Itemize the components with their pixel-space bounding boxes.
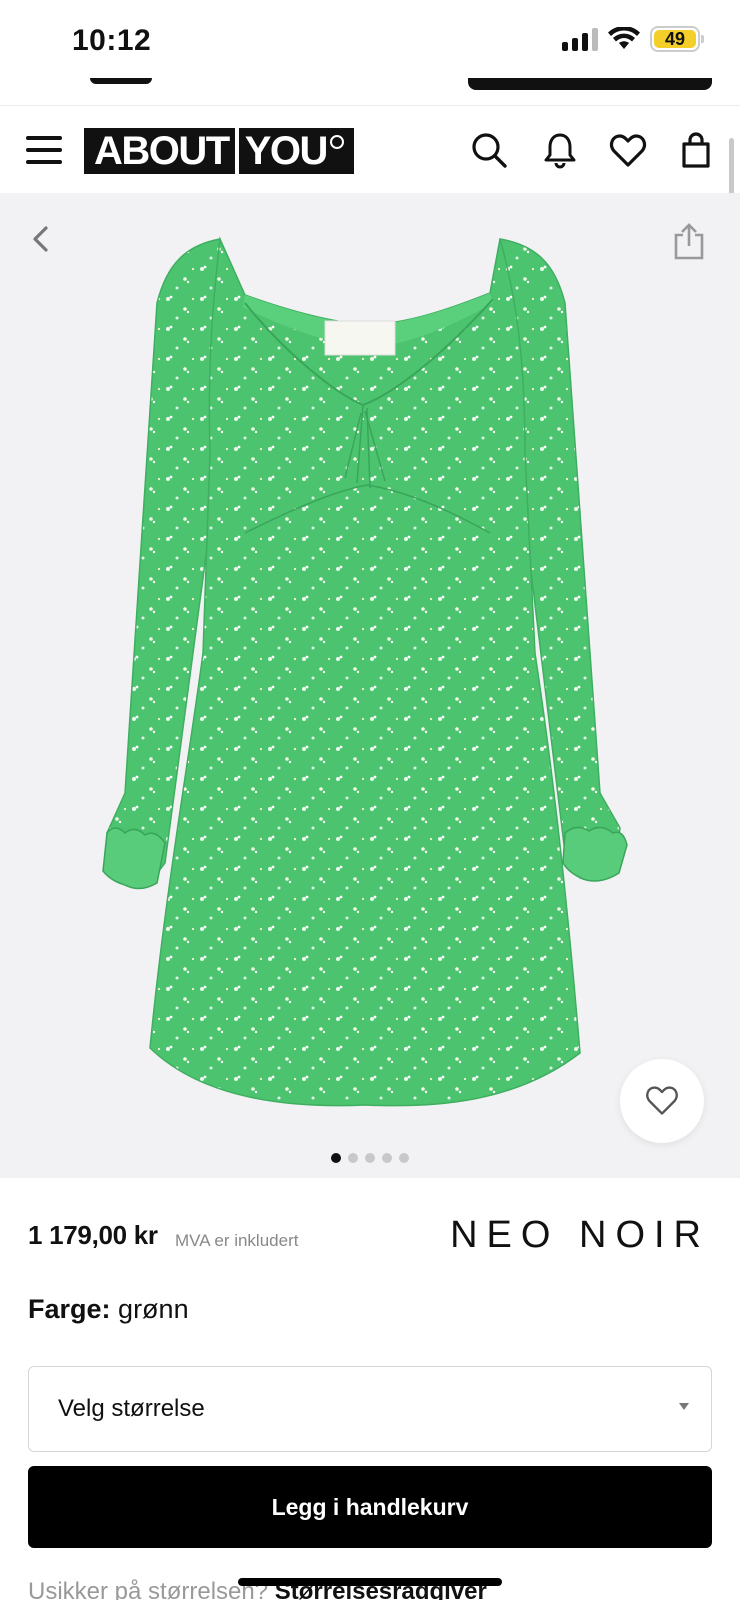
favorite-icon xyxy=(646,1086,678,1115)
back-icon[interactable] xyxy=(26,223,58,255)
favorite-button[interactable] xyxy=(620,1059,704,1143)
menu-icon[interactable] xyxy=(26,136,62,164)
gallery-dot[interactable] xyxy=(399,1153,409,1163)
size-help-question: Usikker på størrelsen? xyxy=(28,1578,269,1600)
size-select-label: Velg størrelse xyxy=(58,1395,205,1422)
color-value: grønn xyxy=(118,1294,189,1324)
status-bar: 10:12 49 xyxy=(0,0,740,80)
status-icons: 49 xyxy=(562,26,704,52)
logo-mark-icon xyxy=(329,135,344,149)
home-indicator[interactable] xyxy=(238,1578,502,1586)
logo-text-left: ABOUT xyxy=(94,128,230,173)
bell-icon[interactable] xyxy=(540,130,580,170)
gallery-dot[interactable] xyxy=(331,1153,341,1163)
logo-separator xyxy=(234,128,239,174)
gallery-dot[interactable] xyxy=(348,1153,358,1163)
wifi-icon xyxy=(608,27,640,49)
add-to-cart-button[interactable]: Legg i handlekurv xyxy=(28,1466,712,1548)
size-select[interactable]: Velg størrelse xyxy=(28,1366,712,1452)
signal-icon xyxy=(562,27,598,51)
about-you-logo[interactable]: ABOUT YOU xyxy=(84,128,354,174)
color-label: Farge: xyxy=(28,1294,111,1324)
gallery-dot[interactable] xyxy=(365,1153,375,1163)
heart-icon[interactable] xyxy=(608,130,648,170)
gallery-dot[interactable] xyxy=(382,1153,392,1163)
vat-note: MVA er inkludert xyxy=(175,1231,299,1250)
product-image-dress xyxy=(102,236,628,1107)
logo-text-right: YOU xyxy=(244,128,329,173)
battery-icon: 49 xyxy=(650,26,704,52)
product-price: 1 179,00 kr xyxy=(28,1220,158,1250)
search-icon[interactable] xyxy=(469,130,509,170)
battery-level: 49 xyxy=(654,29,696,49)
status-time: 10:12 xyxy=(72,24,152,57)
peek-bar-left xyxy=(90,78,152,84)
chevron-down-icon xyxy=(679,1403,689,1410)
brand-name[interactable]: NEO NOIR xyxy=(450,1214,710,1257)
product-gallery[interactable] xyxy=(0,193,740,1178)
bag-icon[interactable] xyxy=(676,130,716,170)
color-row: Farge: grønn xyxy=(28,1294,189,1325)
site-header: ABOUT YOU xyxy=(0,105,740,193)
peek-bar-right xyxy=(468,78,712,90)
share-icon[interactable] xyxy=(672,221,706,261)
gallery-pagination[interactable] xyxy=(0,1153,740,1163)
